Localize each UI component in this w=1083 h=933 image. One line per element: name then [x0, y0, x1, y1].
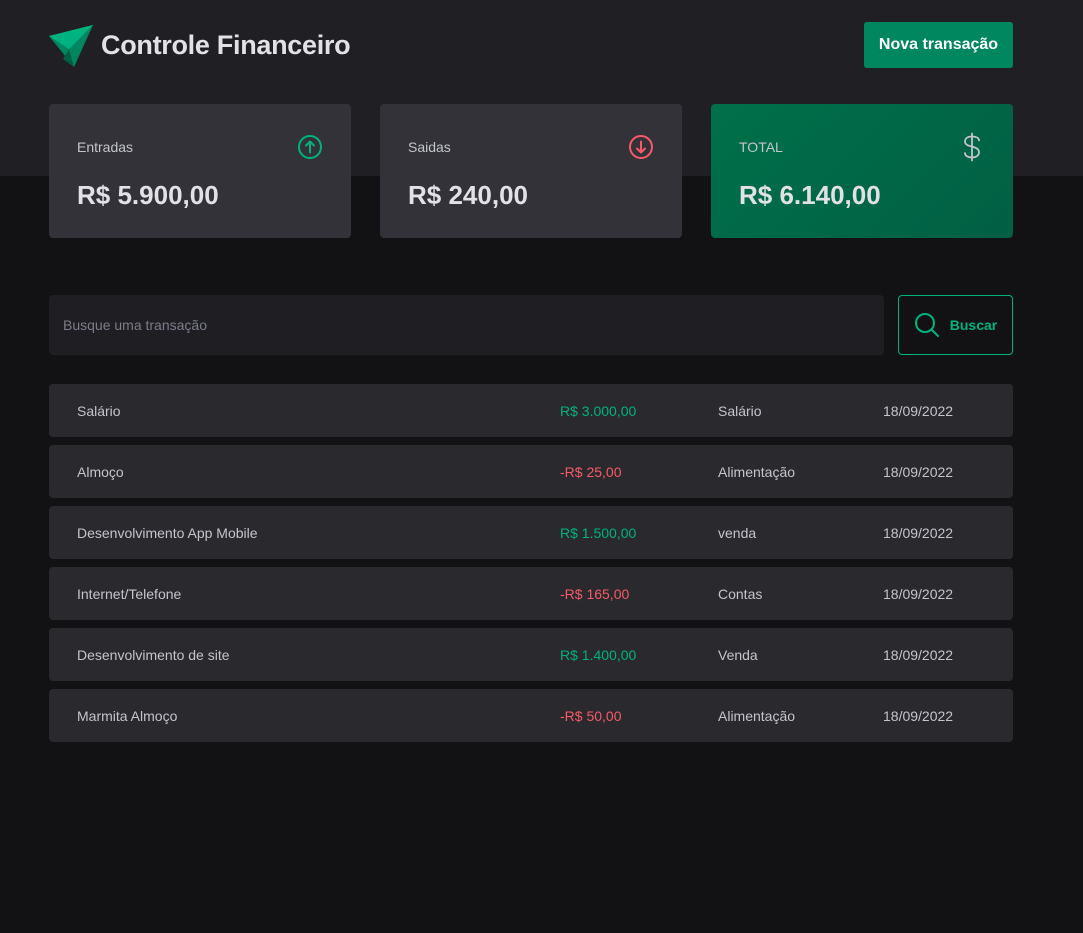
transaction-category: Salário: [718, 402, 762, 419]
table-row: Desenvolvimento de site R$ 1.400,00 Vend…: [49, 628, 1013, 681]
transaction-description: Marmita Almoço: [77, 707, 178, 724]
transaction-date: 18/09/2022: [883, 402, 954, 419]
transaction-price: -R$ 165,00: [560, 585, 630, 602]
logo-icon: [49, 25, 93, 67]
table-row: Desenvolvimento App Mobile R$ 1.500,00 v…: [49, 506, 1013, 559]
transactions-table: Salário R$ 3.000,00 Salário 18/09/2022 A…: [49, 384, 1013, 742]
transaction-price: -R$ 25,00: [560, 463, 622, 480]
table-row: Almoço -R$ 25,00 Alimentação 18/09/2022: [49, 445, 1013, 498]
total-label: TOTAL: [739, 139, 783, 155]
transaction-description: Salário: [77, 402, 121, 419]
transaction-description: Desenvolvimento App Mobile: [77, 524, 258, 541]
search-button-label: Buscar: [949, 317, 998, 333]
income-value: R$ 5.900,00: [77, 180, 219, 210]
transaction-price: -R$ 50,00: [560, 707, 622, 724]
magnifying-glass-icon: [914, 313, 939, 337]
transaction-date: 18/09/2022: [883, 646, 954, 663]
arrow-circle-up-icon: [298, 135, 322, 159]
transaction-description: Almoço: [77, 463, 124, 480]
table-row: Internet/Telefone -R$ 165,00 Contas 18/0…: [49, 567, 1013, 620]
app-title: Controle Financeiro: [101, 29, 351, 60]
brand: Controle Financeiro: [49, 23, 351, 67]
transaction-price: R$ 1.400,00: [560, 646, 637, 663]
transaction-price: R$ 1.500,00: [560, 524, 637, 541]
transaction-description: Internet/Telefone: [77, 585, 182, 602]
search-button[interactable]: Buscar: [898, 295, 1013, 355]
transaction-category: Alimentação: [718, 463, 796, 480]
app-header: Controle Financeiro Nova transação: [49, 22, 1013, 68]
income-label: Entradas: [77, 139, 134, 155]
currency-dollar-icon: [964, 132, 980, 162]
arrow-circle-down-icon: [629, 135, 653, 159]
transaction-category: Venda: [718, 646, 758, 663]
total-value: R$ 6.140,00: [739, 180, 881, 210]
new-transaction-button[interactable]: Nova transação: [864, 22, 1013, 68]
outcome-card: Saidas R$ 240,00: [380, 104, 682, 238]
transaction-date: 18/09/2022: [883, 463, 954, 480]
transaction-date: 18/09/2022: [883, 707, 954, 724]
table-row: Marmita Almoço -R$ 50,00 Alimentação 18/…: [49, 689, 1013, 742]
transaction-date: 18/09/2022: [883, 585, 954, 602]
transaction-price: R$ 3.000,00: [560, 402, 637, 419]
search-form: Buscar: [49, 295, 1013, 355]
search-input[interactable]: [49, 295, 884, 355]
total-card: TOTAL R$ 6.140,00: [711, 104, 1013, 238]
summary-cards: Entradas R$ 5.900,00 Saidas R$ 240,00 TO…: [49, 104, 1013, 238]
outcome-label: Saidas: [408, 139, 451, 155]
transaction-category: venda: [718, 524, 757, 541]
table-row: Salário R$ 3.000,00 Salário 18/09/2022: [49, 384, 1013, 437]
transaction-description: Desenvolvimento de site: [77, 646, 230, 663]
transaction-category: Alimentação: [718, 707, 796, 724]
income-card: Entradas R$ 5.900,00: [49, 104, 351, 238]
transaction-category: Contas: [718, 585, 763, 602]
transaction-date: 18/09/2022: [883, 524, 954, 541]
outcome-value: R$ 240,00: [408, 180, 528, 210]
